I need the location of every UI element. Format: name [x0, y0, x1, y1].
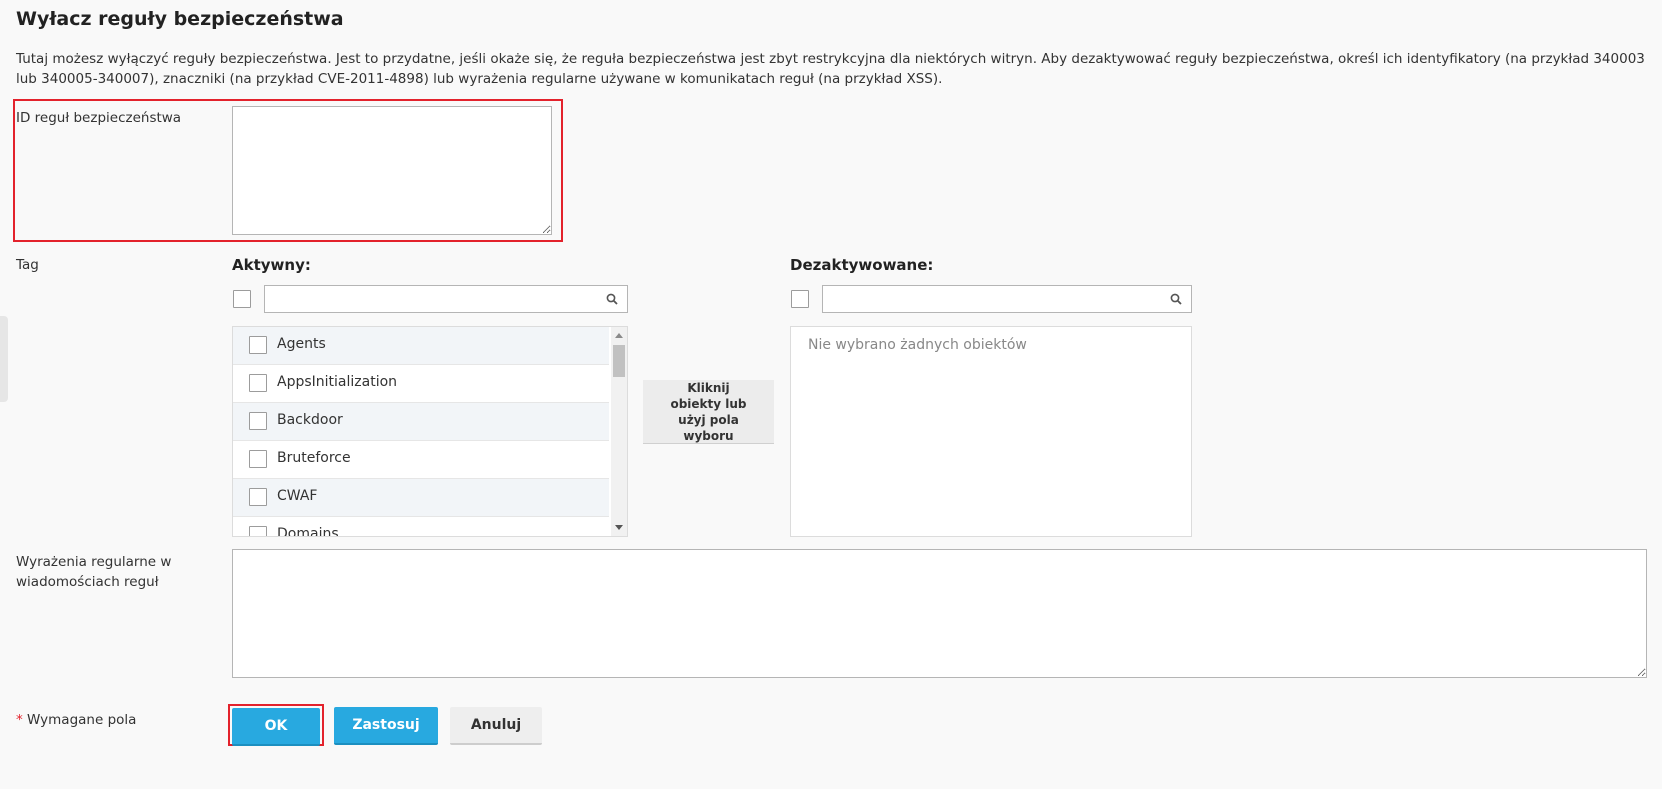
item-label: Bruteforce	[277, 450, 351, 466]
list-item[interactable]: Backdoor	[233, 403, 609, 441]
empty-list-message: Nie wybrano żadnych obiektów	[808, 337, 1027, 353]
item-checkbox[interactable]	[249, 412, 267, 430]
regex-label: Wyrażenia regularne w wiadomościach regu…	[16, 554, 172, 590]
required-star: *	[16, 712, 23, 728]
list-item[interactable]: AppsInitialization	[233, 365, 609, 403]
rule-ids-textarea[interactable]	[232, 106, 552, 235]
regex-textarea[interactable]	[232, 549, 1647, 678]
item-checkbox[interactable]	[249, 374, 267, 392]
page-title: Wyłacz reguły bezpieczeństwa	[16, 8, 344, 30]
search-icon	[1170, 293, 1182, 305]
deactivated-select-all-checkbox[interactable]	[791, 290, 809, 308]
scroll-up-arrow-icon[interactable]	[615, 333, 623, 338]
cancel-button[interactable]: Anuluj	[450, 707, 542, 745]
apply-button[interactable]: Zastosuj	[334, 707, 438, 745]
ok-button[interactable]: OK	[232, 708, 320, 746]
active-search-input[interactable]	[265, 286, 573, 312]
deactivated-search-box[interactable]	[822, 285, 1192, 313]
list-item[interactable]: Bruteforce	[233, 441, 609, 479]
active-tags-list[interactable]: Agents AppsInitialization Backdoor Brute…	[232, 326, 628, 537]
list-scrollbar[interactable]	[611, 327, 627, 536]
side-panel-toggle[interactable]	[0, 316, 8, 402]
list-item[interactable]: CWAF	[233, 479, 609, 517]
page-description: Tutaj możesz wyłączyć reguły bezpieczeńs…	[16, 51, 1645, 87]
deactivated-search-input[interactable]	[823, 286, 1136, 312]
required-text: Wymagane pola	[27, 712, 137, 728]
item-label: Agents	[277, 336, 326, 352]
active-search-box[interactable]	[264, 285, 628, 313]
deactivated-tags-list[interactable]: Nie wybrano żadnych obiektów	[790, 326, 1192, 537]
search-icon	[606, 293, 618, 305]
list-item[interactable]: Domains	[233, 517, 609, 537]
item-checkbox[interactable]	[249, 526, 267, 536]
active-heading: Aktywny:	[232, 256, 311, 274]
item-checkbox[interactable]	[249, 450, 267, 468]
item-checkbox[interactable]	[249, 488, 267, 506]
item-checkbox[interactable]	[249, 336, 267, 354]
move-items-button[interactable]: Kliknij obiekty lub użyj pola wyboru	[643, 380, 774, 444]
scroll-thumb[interactable]	[613, 345, 625, 377]
item-label: AppsInitialization	[277, 374, 398, 390]
scroll-down-arrow-icon[interactable]	[615, 525, 623, 530]
item-label: Backdoor	[277, 412, 343, 428]
item-label: CWAF	[277, 488, 318, 504]
deactivated-heading: Dezaktywowane:	[790, 256, 934, 274]
list-item[interactable]: Agents	[233, 327, 609, 365]
tag-label: Tag	[16, 257, 39, 273]
required-fields-note: * Wymagane pola	[16, 710, 136, 730]
item-label: Domains	[277, 526, 339, 537]
active-select-all-checkbox[interactable]	[233, 290, 251, 308]
